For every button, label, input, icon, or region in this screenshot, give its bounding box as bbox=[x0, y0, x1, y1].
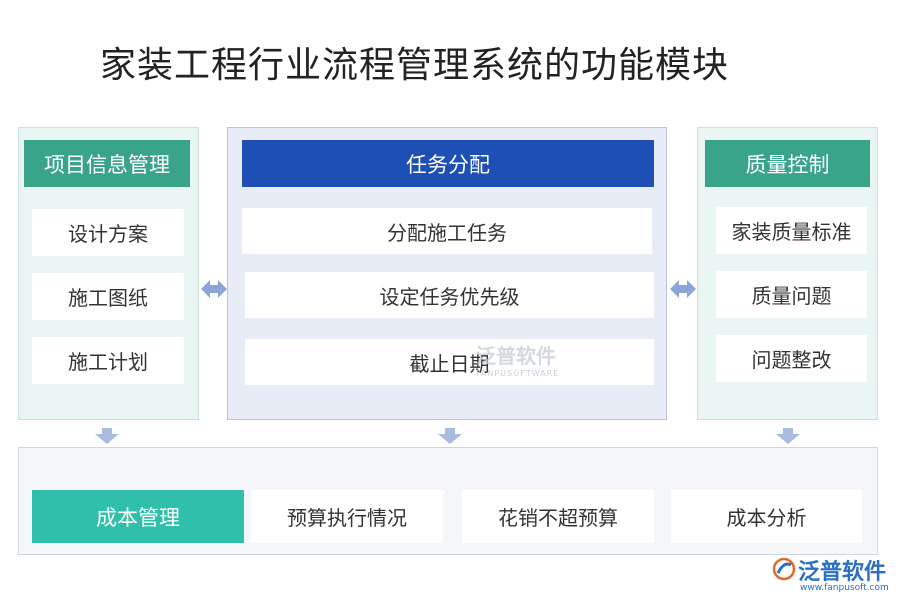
brand-logo: 泛普软件 www.fanpusoft.com bbox=[772, 554, 896, 598]
watermark-subtext: FANPUSOFTWARE bbox=[476, 369, 560, 378]
down-arrow-icon bbox=[776, 428, 800, 444]
project-info-item: 施工计划 bbox=[32, 337, 184, 384]
quality-control-item: 家装质量标准 bbox=[716, 207, 867, 254]
double-arrow-icon bbox=[201, 280, 227, 298]
page-title: 家装工程行业流程管理系统的功能模块 bbox=[100, 45, 730, 86]
project-info-item: 施工图纸 bbox=[32, 273, 184, 320]
cost-management-header: 成本管理 bbox=[32, 490, 244, 543]
cost-management-item: 预算执行情况 bbox=[251, 490, 443, 543]
task-assignment-header: 任务分配 bbox=[242, 140, 654, 187]
quality-control-item: 问题整改 bbox=[716, 335, 867, 382]
watermark-text: 泛普软件 bbox=[476, 344, 556, 368]
logo-url: www.fanpusoft.com bbox=[800, 583, 889, 593]
quality-control-header: 质量控制 bbox=[705, 140, 870, 187]
down-arrow-icon bbox=[95, 428, 119, 444]
project-info-header: 项目信息管理 bbox=[24, 140, 190, 187]
watermark: 泛普软件 FANPUSOFTWARE bbox=[436, 340, 560, 380]
task-assignment-item: 设定任务优先级 bbox=[245, 272, 654, 318]
project-info-item: 设计方案 bbox=[32, 209, 184, 256]
double-arrow-icon bbox=[670, 280, 696, 298]
quality-control-item: 质量问题 bbox=[716, 271, 867, 318]
down-arrow-icon bbox=[438, 428, 462, 444]
logo-text: 泛普软件 bbox=[798, 560, 887, 585]
cost-management-item: 成本分析 bbox=[671, 490, 862, 543]
task-assignment-item: 分配施工任务 bbox=[242, 208, 652, 254]
logo-icon bbox=[772, 557, 796, 581]
cost-management-item: 花销不超预算 bbox=[462, 490, 654, 543]
